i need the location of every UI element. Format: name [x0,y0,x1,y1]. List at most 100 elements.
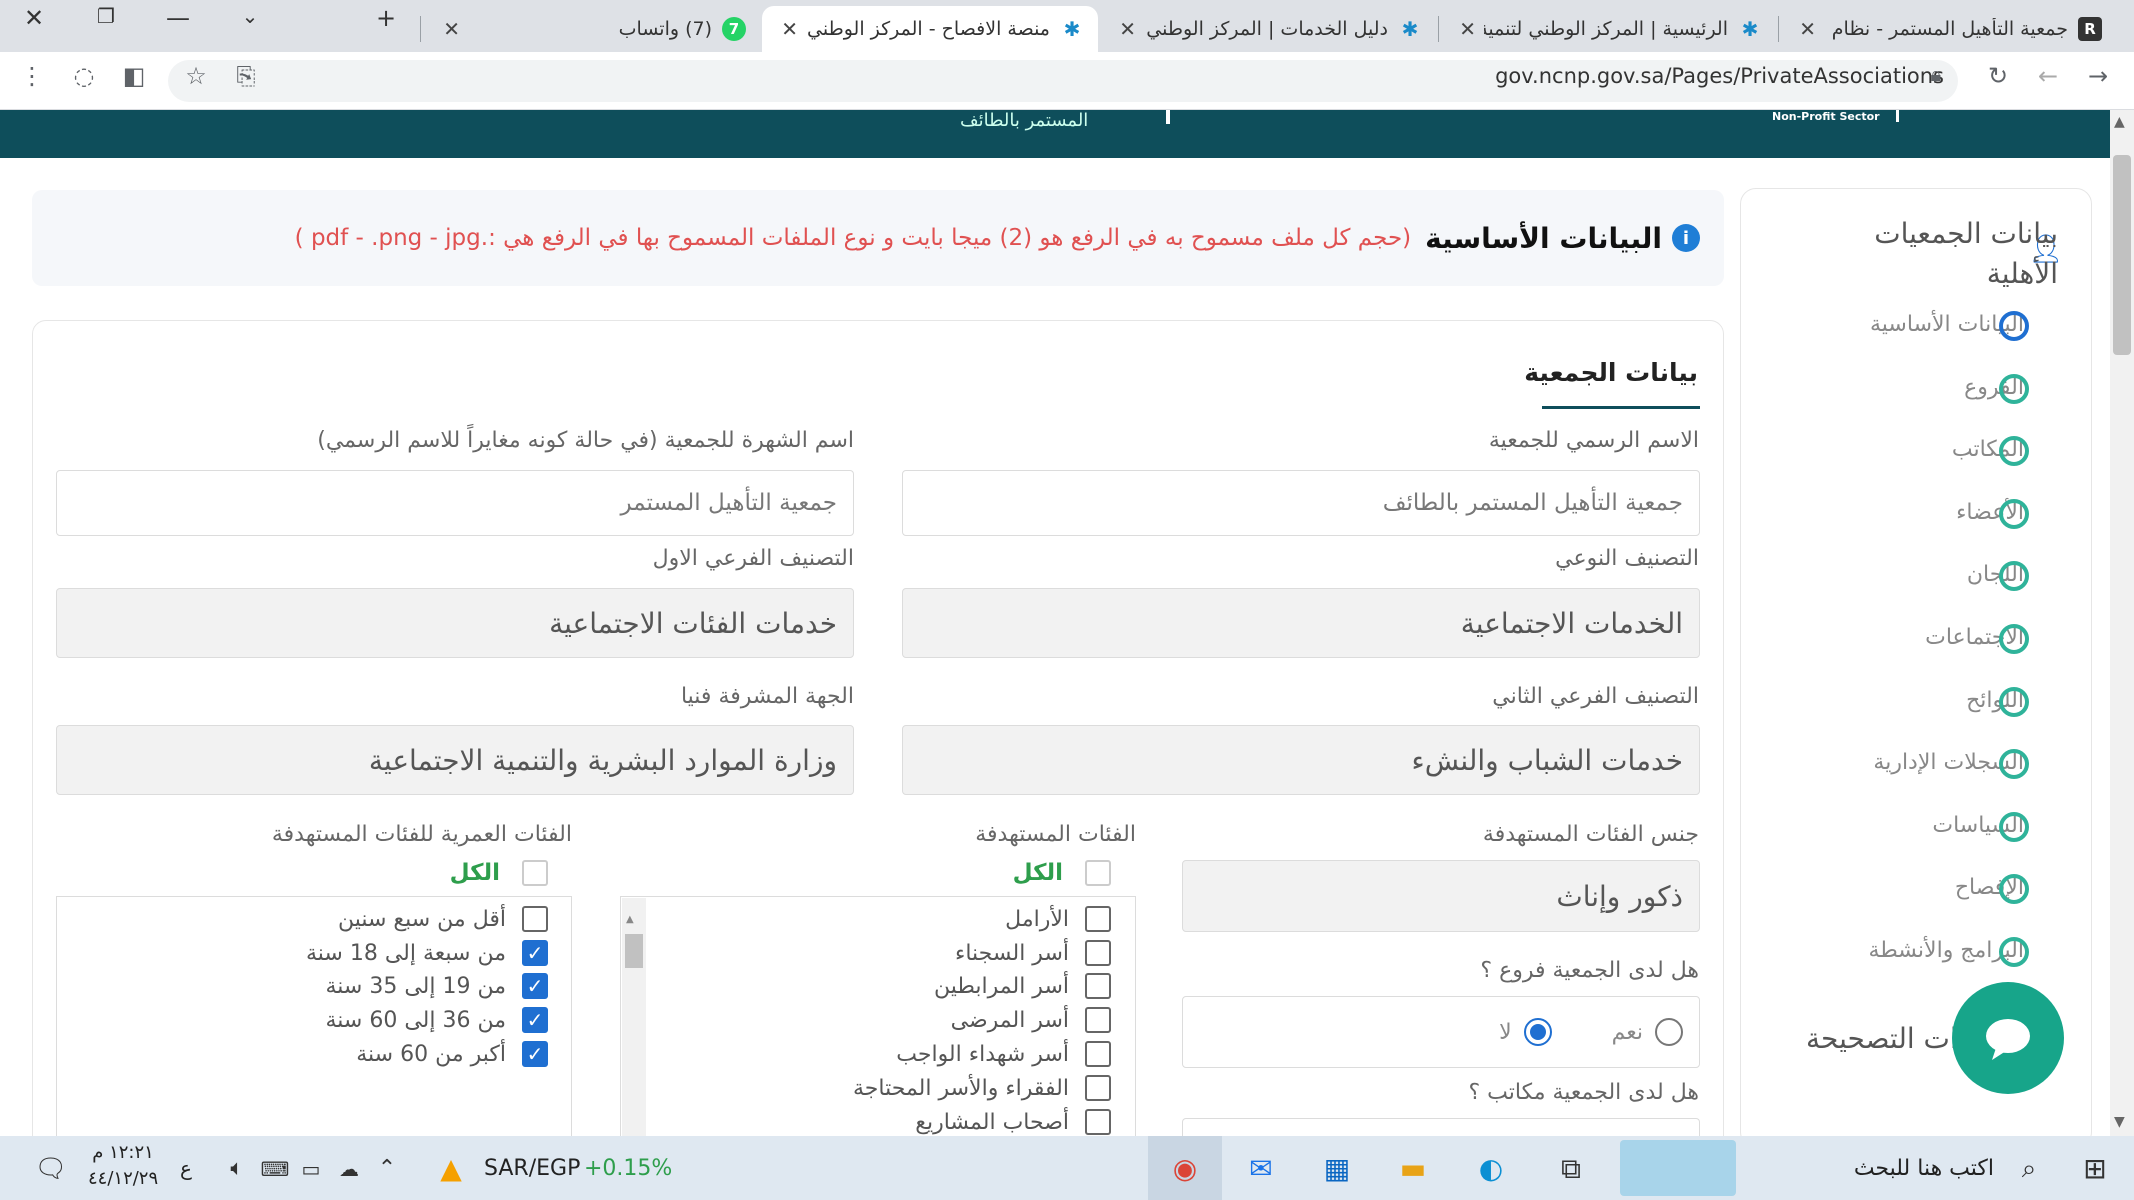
page-scrollbar-thumb[interactable] [2113,155,2131,355]
network-icon[interactable]: ⌨︎ [256,1150,294,1188]
age-group-item[interactable]: ✓ من 19 إلى 35 سنة [325,973,548,999]
sub-class2-field[interactable]: خدمات الشباب والنشء [902,725,1700,795]
age-group-checkbox[interactable]: ✓ [522,1007,548,1033]
target-group-checkbox[interactable] [1085,940,1111,966]
list-scroll-up-icon[interactable]: ▲ [626,914,634,925]
forward-icon[interactable]: → [2080,62,2116,90]
tray-chevron-icon[interactable]: ⌃ [368,1150,406,1188]
age-group-checkbox[interactable] [522,906,548,932]
taskbar-time[interactable]: ١٢:٢١ م [88,1142,158,1163]
tab-title: (7) واتساب [618,18,712,40]
profile-icon[interactable]: ◌ [66,62,102,90]
age-group-item[interactable]: ✓ من سبعة إلى 18 سنة [306,940,548,966]
target-group-item[interactable]: أسر المرضى [951,1007,1111,1033]
language-indicator[interactable]: ع [180,1156,192,1180]
search-icon[interactable]: ⌕ [2010,1150,2048,1188]
task-view-icon[interactable]: ⧉ [1552,1150,1590,1188]
close-window-icon[interactable]: ✕ [14,4,54,32]
tab-whatsapp[interactable]: 7 (7) واتساب ✕ [424,6,760,52]
target-group-label: أسر شهداء الواجب [896,1041,1069,1067]
age-group-item[interactable]: ✓ من 36 إلى 60 سنة [325,1007,548,1033]
lock-icon[interactable]: 🔒︎ [1918,62,1954,86]
taskbar-date[interactable]: ٤٤/١٢/٢٩ [88,1168,158,1189]
search-highlight-image[interactable] [1620,1140,1736,1196]
gender-field[interactable]: ذكور وإناث [1182,860,1700,932]
tab-close-icon[interactable]: ✕ [1114,17,1136,41]
scroll-up-icon[interactable]: ▲ [2114,114,2125,130]
target-list-scroll-thumb[interactable] [625,934,643,968]
battery-icon[interactable]: ▭ [292,1150,330,1188]
target-group-checkbox[interactable] [1085,906,1111,932]
target-group-item[interactable]: أصحاب المشاريع [915,1109,1111,1135]
ncnp-favicon-icon: ✱ [1063,17,1081,41]
scroll-down-icon[interactable]: ▼ [2114,1114,2125,1130]
new-tab-icon[interactable]: + [366,4,406,32]
target-group-checkbox[interactable] [1085,1007,1111,1033]
target-group-item[interactable]: الأرامل [1005,906,1111,932]
mail-taskbar-icon[interactable]: ✉︎ [1242,1150,1280,1188]
step-ring-icon [1999,874,2029,904]
target-group-checkbox[interactable] [1085,1075,1111,1101]
popular-name-field[interactable]: جمعية التأهيل المستمر [56,470,854,536]
official-name-field[interactable]: جمعية التأهيل المستمر بالطائف [902,470,1700,536]
official-name-label: الاسم الرسمي للجمعية [1488,428,1699,453]
windows-start-icon[interactable]: ⊞ [2076,1150,2114,1188]
tab-disclosure-platform[interactable]: ✱ منصة الافصاح - المركز الوطني ✕ [762,6,1098,52]
store-taskbar-icon[interactable]: ▦ [1318,1150,1356,1188]
age-group-item[interactable]: أقل من سبع سنين [338,906,548,932]
target-group-checkbox[interactable] [1085,1041,1111,1067]
info-icon: i [1672,224,1700,252]
minimize-window-icon[interactable]: — [158,4,198,32]
type-class-field[interactable]: الخدمات الاجتماعية [902,588,1700,658]
step-ring-icon [1999,624,2029,654]
sub-class1-field[interactable]: خدمات الفئات الاجتماعية [56,588,854,658]
volume-icon[interactable]: 🔈︎ [218,1150,256,1188]
edge-taskbar-icon[interactable]: ◐ [1472,1150,1510,1188]
age-group-checkbox[interactable]: ✓ [522,940,548,966]
tab-close-icon[interactable]: ✕ [1454,17,1476,41]
url-text[interactable]: gov.ncnp.gov.sa/Pages/PrivateAssociation… [1495,64,1944,88]
branches-no-radio[interactable] [1523,1018,1552,1046]
step-ring-icon [1999,499,2029,529]
menu-kebab-icon[interactable]: ⋮ [14,62,50,90]
notifications-icon[interactable]: 🗨︎ [32,1150,70,1188]
share-icon[interactable]: ⎘ [228,62,264,90]
target-group-item[interactable]: أسر السجناء [955,940,1111,966]
target-groups-all[interactable]: الكل [1013,860,1111,886]
age-group-checkbox[interactable]: ✓ [522,1041,548,1067]
tab-association-system[interactable]: R جمعية التأهيل المستمر - نظام ✕ [1780,6,2116,52]
target-all-checkbox[interactable] [1085,860,1111,886]
chrome-taskbar-icon[interactable]: ◉ [1166,1150,1204,1188]
taskbar-search-input[interactable]: اكتب هنا للبحث [1744,1156,1994,1181]
target-group-item[interactable]: الفقراء والأسر المحتاجة [853,1075,1111,1101]
back-icon[interactable]: ← [2030,62,2066,90]
currency-pair[interactable]: SAR/EGP [484,1156,580,1181]
logo-caption: Non-Profit Sector [1772,110,1880,123]
target-group-checkbox[interactable] [1085,973,1111,999]
sidebar-toggle-icon[interactable]: ◧ [116,62,152,90]
restore-window-icon[interactable]: ❐ [86,4,126,28]
branches-yes-radio[interactable] [1655,1018,1683,1046]
target-group-item[interactable]: أسر شهداء الواجب [896,1041,1111,1067]
target-group-label: أسر المرضى [950,1007,1069,1033]
age-groups-all[interactable]: الكل [450,860,548,886]
file-explorer-icon[interactable]: ▬ [1394,1150,1432,1188]
supervisor-field[interactable]: وزارة الموارد البشرية والتنمية الاجتماعي… [56,725,854,795]
age-all-checkbox[interactable] [522,860,548,886]
stock-widget-icon[interactable]: ▲ [432,1150,470,1188]
bookmark-star-icon[interactable]: ☆ [178,62,214,90]
tab-ncnp-home[interactable]: ✱ الرئيسية | المركز الوطني لتنمية ✕ [1440,6,1776,52]
target-group-checkbox[interactable] [1085,1109,1111,1135]
sidebar-footer-partial: ات التصحيحة [1806,1022,1958,1055]
chat-button[interactable] [1952,982,2064,1094]
reload-icon[interactable]: ↻ [1980,62,2016,90]
tab-close-icon[interactable]: ✕ [776,17,798,41]
target-group-item[interactable]: أسر المرابطين [934,973,1111,999]
tab-services-guide[interactable]: ✱ دليل الخدمات | المركز الوطني ل ✕ [1100,6,1436,52]
age-group-checkbox[interactable]: ✓ [522,973,548,999]
tab-close-icon[interactable]: ✕ [1794,17,1816,41]
tab-close-icon[interactable]: ✕ [438,17,460,41]
tab-search-chevron-icon[interactable]: ⌄ [230,4,270,28]
onedrive-icon[interactable]: ☁︎ [330,1150,368,1188]
age-group-item[interactable]: ✓ أكبر من 60 سنة [356,1041,548,1067]
